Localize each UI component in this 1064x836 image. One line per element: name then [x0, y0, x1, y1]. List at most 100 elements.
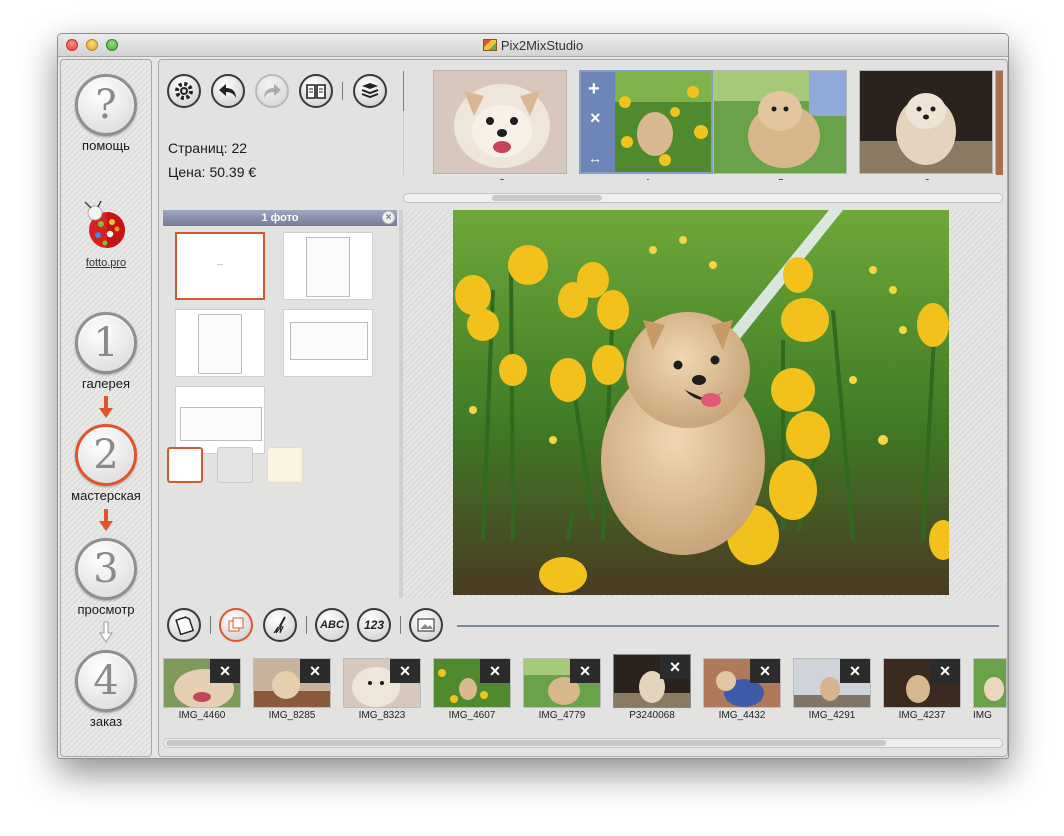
step-2-icon[interactable]: 2 [75, 424, 137, 486]
remove-photo-icon[interactable]: × [480, 659, 510, 683]
step-2-workshop[interactable]: 2 мастерская [61, 424, 151, 503]
gallery-photo-frame: × [343, 658, 421, 708]
step-3-icon[interactable]: 3 [75, 538, 137, 600]
undo-icon [219, 84, 236, 98]
frames-icon [228, 617, 244, 632]
page-thumb-4[interactable]: + × ↔ [579, 70, 713, 174]
gallery-item-name: IMG_4432 [718, 710, 766, 721]
clipboard-icon [175, 616, 194, 635]
gallery-item[interactable]: × IMG_4291 [793, 658, 871, 721]
remove-photo-icon[interactable]: × [210, 659, 240, 683]
gallery-item[interactable]: × IMG_8285 [253, 658, 331, 721]
gallery-item-name: IMG_8285 [268, 710, 316, 721]
gallery-photo-frame: × [793, 658, 871, 708]
gallery-item[interactable]: × IMG_4460 [163, 658, 241, 721]
background-color-swatch[interactable] [267, 447, 303, 483]
clear-button[interactable] [263, 608, 297, 642]
gallery-item[interactable]: IMG [973, 658, 1007, 721]
gallery-photo-frame: × [523, 658, 601, 708]
add-page-icon[interactable]: + [588, 78, 600, 101]
image-frame-button[interactable] [409, 608, 443, 642]
step-4-icon[interactable]: 4 [75, 650, 137, 712]
help-icon[interactable]: ? [75, 74, 137, 136]
step-3-preview[interactable]: 3 просмотр [61, 538, 151, 617]
gallery-scrollbar[interactable] [163, 738, 1003, 748]
title-bar: Pix2MixStudio [58, 34, 1008, 57]
gallery-item[interactable]: × IMG_4237 [883, 658, 961, 721]
gallery-item-selected[interactable]: × P3240068 [613, 654, 691, 721]
step-1-icon[interactable]: 1 [75, 312, 137, 374]
step-2-label: мастерская [71, 488, 141, 503]
step-1-gallery[interactable]: 1 галерея [61, 312, 151, 391]
step-4-label: заказ [89, 714, 123, 729]
gallery-item-name: IMG_4237 [898, 710, 946, 721]
arrow-down-icon [99, 509, 113, 531]
numbering-button[interactable]: 123 [357, 608, 391, 642]
remove-photo-icon[interactable]: × [570, 659, 600, 683]
gallery-item[interactable]: × IMG_4779 [523, 658, 601, 721]
gallery-item[interactable]: × IMG_4607 [433, 658, 511, 721]
redo-button[interactable] [255, 74, 289, 108]
page-canvas [403, 210, 1003, 598]
close-icon[interactable]: × [382, 211, 395, 224]
remove-photo-icon[interactable]: × [300, 659, 330, 683]
text-button[interactable]: ABC [315, 608, 349, 642]
tulip-photo-thumbnail [615, 72, 711, 172]
delete-page-icon[interactable]: × [590, 108, 601, 129]
book-view-button[interactable] [299, 74, 333, 108]
layout-option[interactable] [175, 232, 265, 300]
page-thumb-6[interactable] [859, 70, 993, 174]
layout-option[interactable] [175, 386, 265, 454]
gallery-item[interactable]: × IMG_8323 [343, 658, 421, 721]
undo-button[interactable] [211, 74, 245, 108]
app-icon [482, 39, 497, 51]
remove-photo-icon[interactable]: × [390, 659, 420, 683]
gallery-item-name: P3240068 [629, 710, 675, 721]
remove-photo-icon[interactable]: × [750, 659, 780, 683]
page-number: 4 [632, 178, 662, 180]
move-page-icon[interactable]: ↔ [588, 150, 602, 166]
gallery-photo-frame: × [253, 658, 331, 708]
background-color-swatch[interactable] [217, 447, 253, 483]
brush-icon [273, 616, 286, 634]
page-number: 6 [912, 178, 942, 180]
gallery-item[interactable]: × IMG_4432 [703, 658, 781, 721]
settings-button[interactable] [167, 74, 201, 108]
gallery-photo-frame [973, 658, 1007, 708]
remove-photo-icon[interactable]: × [660, 655, 690, 679]
page-strip-scroll-thumb[interactable] [492, 195, 602, 201]
page-thumb-partial[interactable] [995, 70, 1003, 175]
main-photo[interactable] [453, 210, 949, 595]
app-window: Pix2MixStudio ? помощь fotto.pro 1 галер… [57, 33, 1009, 759]
frames-button[interactable] [219, 608, 253, 642]
page-thumb-3[interactable] [433, 70, 567, 174]
layout-caption-mark [217, 264, 223, 265]
fotto-logo[interactable]: fotto.pro [81, 200, 131, 269]
layout-photo-frame [180, 407, 262, 441]
page-thumb-5[interactable] [713, 70, 847, 174]
help-button[interactable]: ? помощь [61, 74, 151, 153]
help-label: помощь [82, 138, 130, 153]
fotto-link[interactable]: fotto.pro [81, 257, 131, 269]
toolbar-rule [457, 625, 999, 627]
layout-option[interactable] [283, 232, 373, 300]
page-strip-scrollbar[interactable] [403, 193, 1003, 203]
gear-icon [175, 82, 193, 100]
window-title-text: Pix2MixStudio [500, 38, 584, 53]
gallery-photo-frame: × [613, 654, 691, 708]
step-4-order[interactable]: 4 заказ [61, 650, 151, 729]
layers-button[interactable] [353, 74, 387, 108]
paste-button[interactable] [167, 608, 201, 642]
remove-photo-icon[interactable]: × [930, 659, 960, 683]
image-frame-icon [417, 618, 435, 632]
price: Цена: 50.39 € [168, 164, 257, 180]
background-color-swatch[interactable] [167, 447, 203, 483]
workspace: Страниц: 22 Цена: 50.39 € + × ↔ 1 фото ×… [158, 59, 1008, 757]
photo-thumbnail [996, 71, 1003, 175]
layout-option[interactable] [175, 309, 265, 377]
gallery-scroll-thumb[interactable] [166, 740, 886, 746]
layout-option[interactable] [283, 309, 373, 377]
remove-photo-icon[interactable]: × [840, 659, 870, 683]
numbering-123-icon: 123 [363, 618, 385, 632]
photo-gallery: × IMG_4460 × IMG_8285 × IMG_8323 × IMG_4… [159, 652, 1007, 722]
